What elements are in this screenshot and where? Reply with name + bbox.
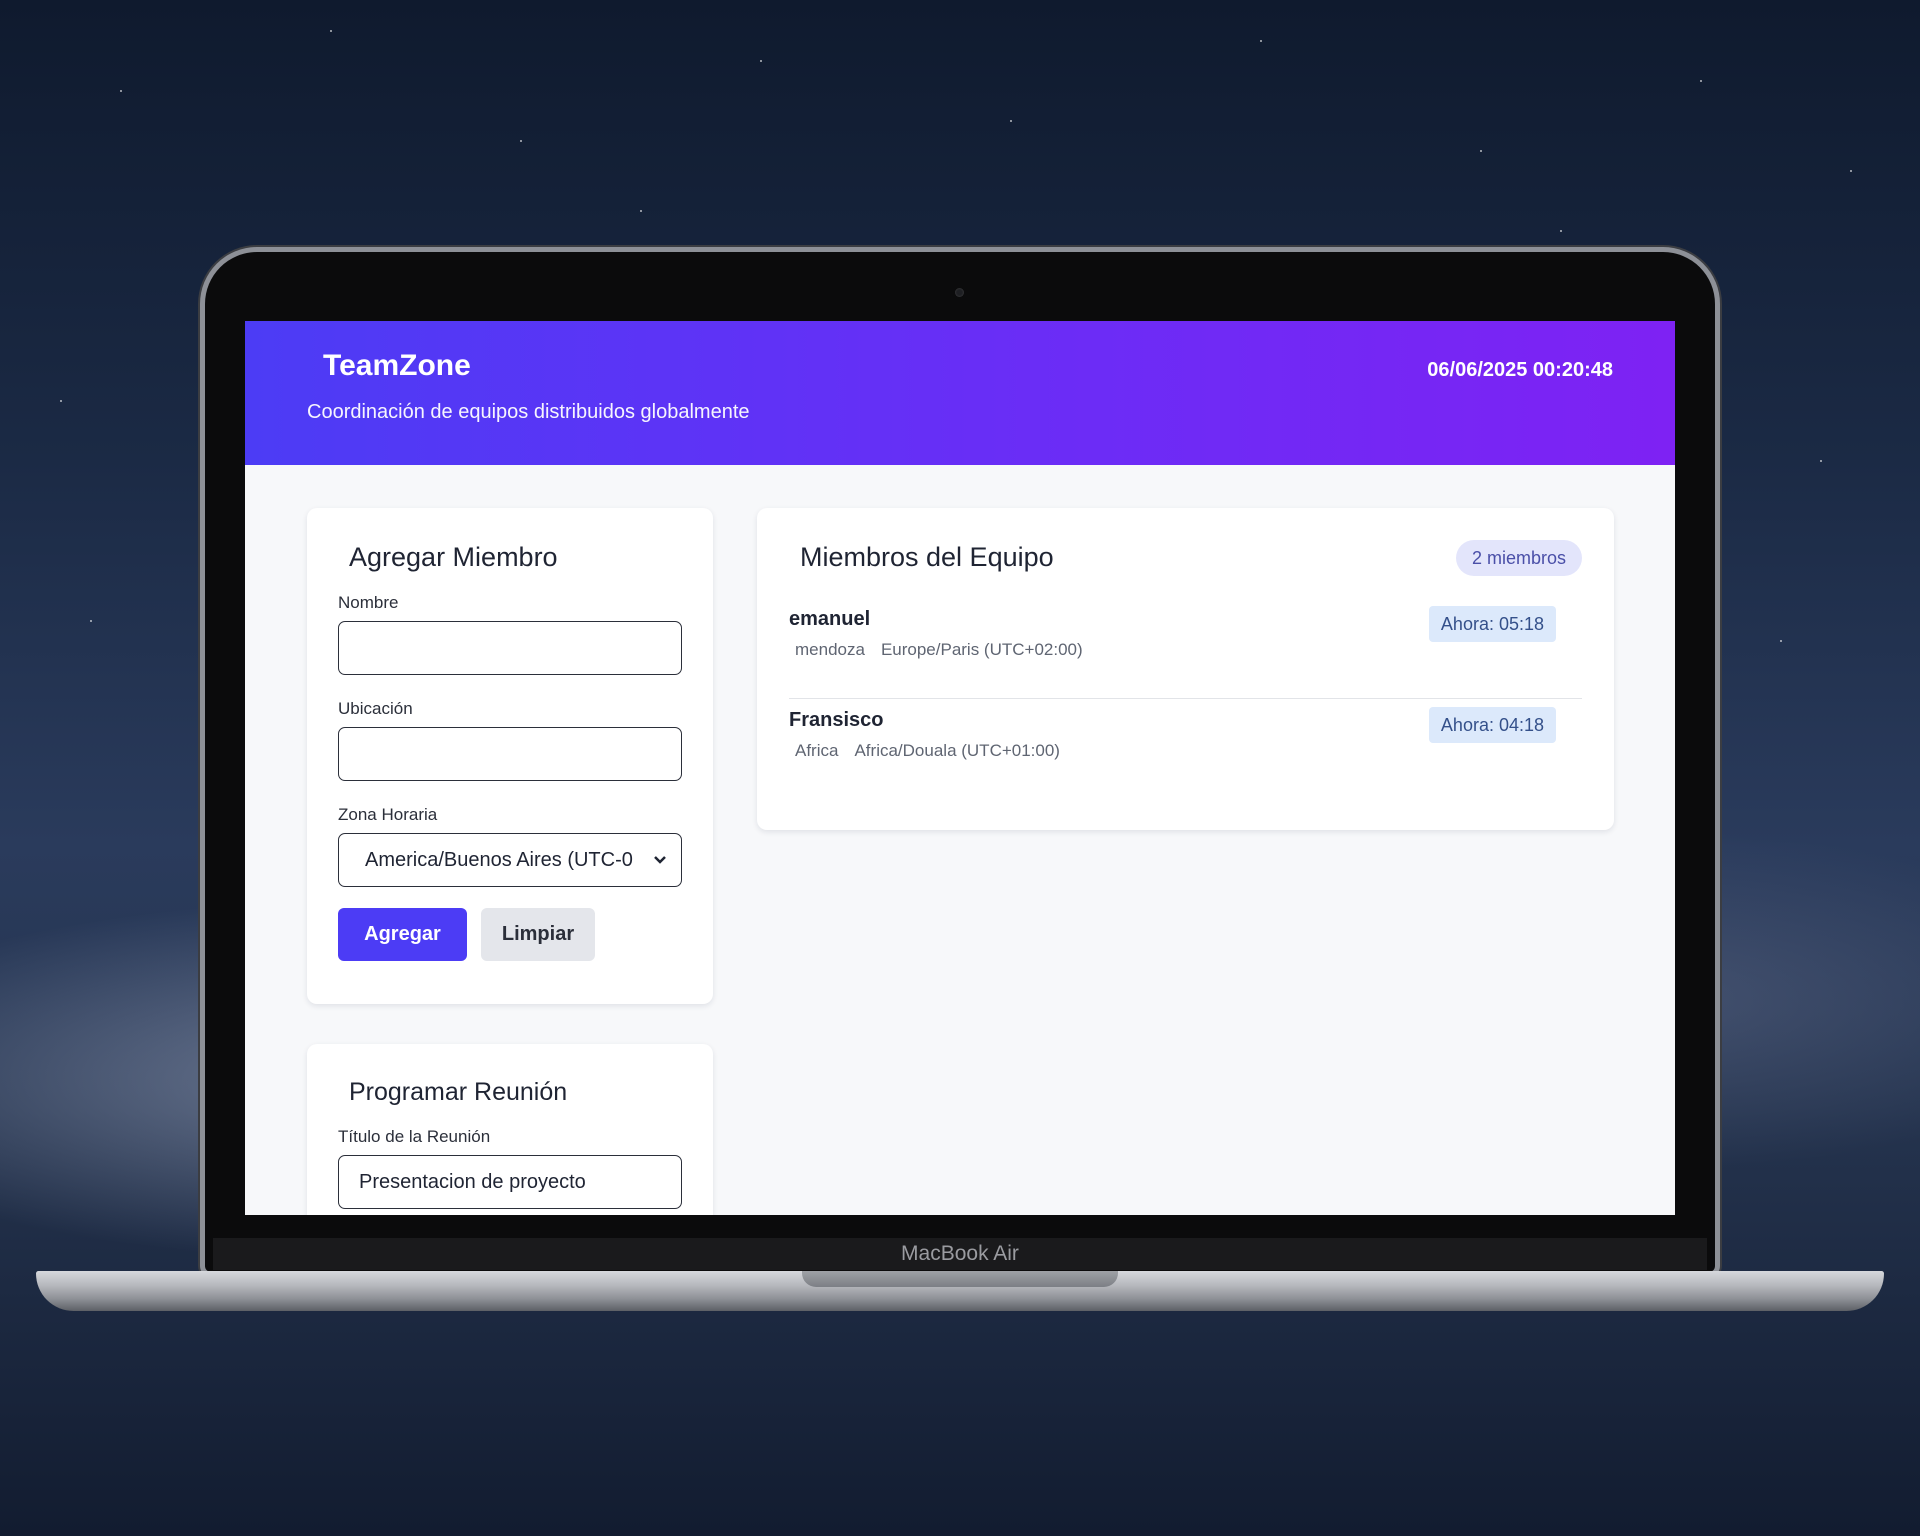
- timezone-label: Zona Horaria: [338, 805, 438, 824]
- name-input[interactable]: [338, 621, 682, 675]
- divider: [789, 698, 1582, 699]
- member-timezone: Europe/Paris (UTC+02:00): [880, 640, 1083, 659]
- member-count-badge: 2 miembros: [1455, 540, 1582, 576]
- timezone-select[interactable]: America/Buenos Aires (UTC-0: [338, 833, 682, 887]
- member-local-time: Ahora: 04:18: [1428, 707, 1556, 743]
- schedule-meeting-title: Programar Reunión: [349, 1078, 568, 1106]
- chevron-down-icon: [654, 856, 666, 864]
- add-member-card: Agregar Miembro Nombre Ubicación Zona Ho…: [307, 508, 713, 1004]
- tagline: Coordinación de equipos distribuidos glo…: [307, 401, 750, 423]
- member-meta: Africa Africa/Douala (UTC+01:00): [795, 741, 1582, 761]
- laptop-hinge-notch: [802, 1271, 1118, 1287]
- current-datetime: 06/06/2025 00:20:48: [1427, 359, 1613, 381]
- location-input[interactable]: [338, 727, 682, 781]
- device-label: MacBook Air: [213, 1238, 1707, 1270]
- camera-icon: [955, 288, 964, 297]
- add-member-title: Agregar Miembro: [349, 542, 558, 572]
- clear-button[interactable]: Limpiar: [481, 908, 595, 961]
- member-row[interactable]: Fransisco Africa Africa/Douala (UTC+01:00…: [789, 707, 1582, 797]
- member-timezone: Africa/Douala (UTC+01:00): [854, 741, 1060, 760]
- team-members-card: Miembros del Equipo 2 miembros emanuel m…: [757, 508, 1614, 830]
- member-row[interactable]: emanuel mendoza Europe/Paris (UTC+02:00) …: [789, 606, 1582, 696]
- app-header: TeamZone Coordinación de equipos distrib…: [245, 321, 1675, 465]
- member-local-time: Ahora: 05:18: [1428, 606, 1556, 642]
- brand-title: TeamZone: [323, 349, 471, 382]
- meeting-title-label: Título de la Reunión: [338, 1127, 491, 1146]
- member-location: Africa: [795, 741, 839, 760]
- timezone-selected-value: America/Buenos Aires (UTC-0: [365, 848, 633, 871]
- location-label: Ubicación: [338, 699, 413, 718]
- add-member-button[interactable]: Agregar: [338, 908, 467, 961]
- team-members-title: Miembros del Equipo: [800, 542, 1054, 572]
- name-label: Nombre: [338, 593, 399, 612]
- member-meta: mendoza Europe/Paris (UTC+02:00): [795, 640, 1582, 660]
- member-location: mendoza: [795, 640, 865, 659]
- app-screen: TeamZone Coordinación de equipos distrib…: [245, 321, 1675, 1215]
- meeting-title-input[interactable]: Presentacion de proyecto: [338, 1155, 682, 1209]
- schedule-meeting-card: Programar Reunión Título de la Reunión P…: [307, 1044, 713, 1215]
